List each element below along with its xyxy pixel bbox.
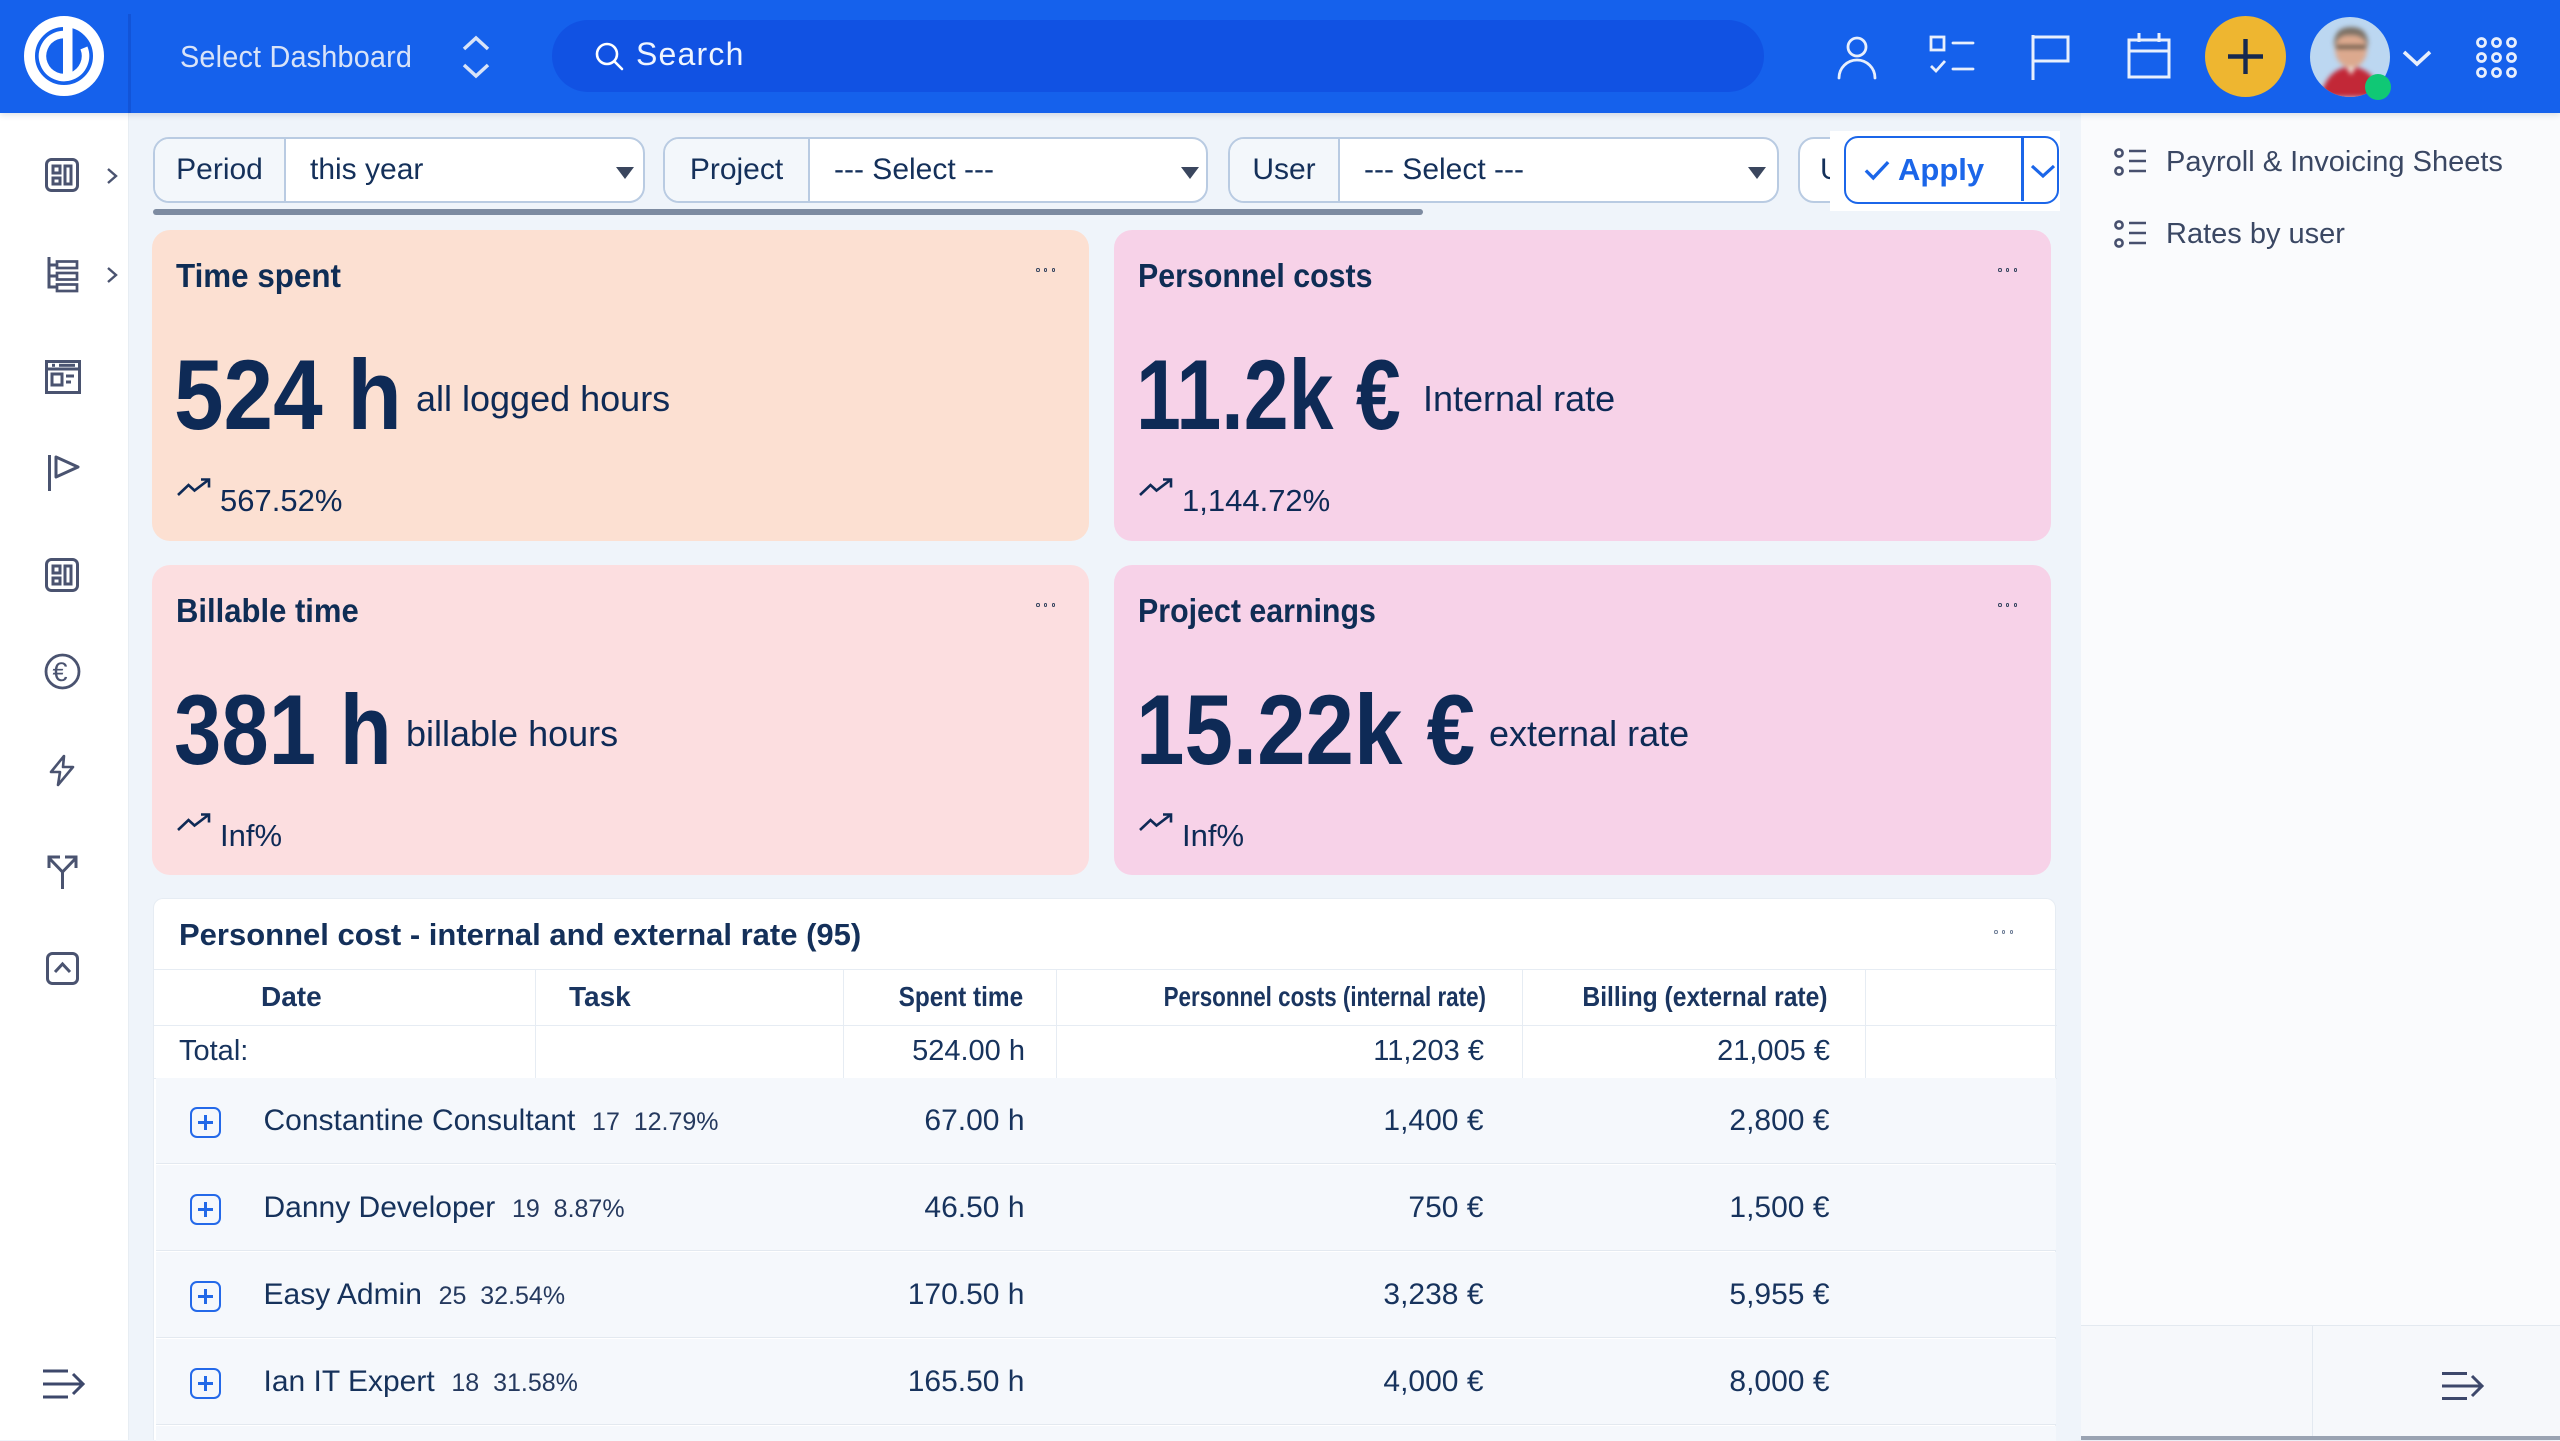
- svg-text:€: €: [53, 657, 68, 687]
